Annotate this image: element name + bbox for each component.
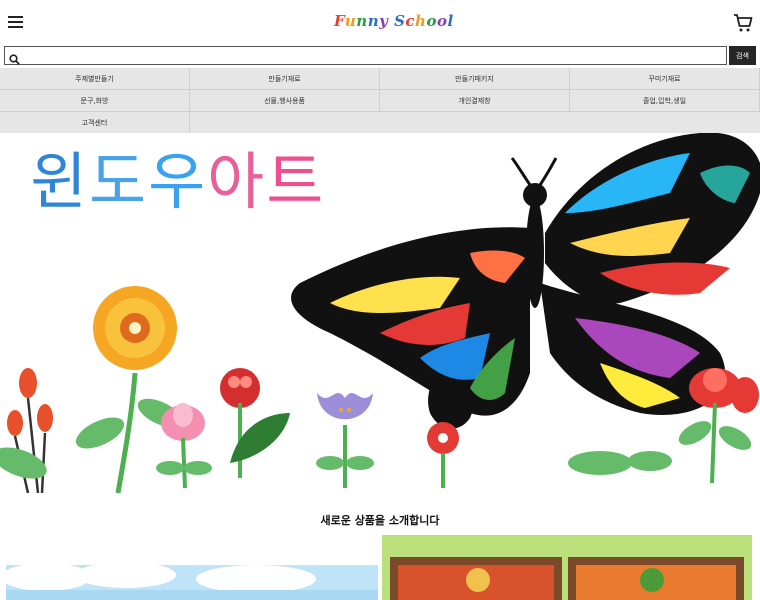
hamburger-icon[interactable]	[8, 16, 23, 30]
product-image	[6, 535, 378, 600]
product-image	[382, 535, 752, 600]
search-button[interactable]: 검색	[729, 46, 756, 65]
logo[interactable]: Funny School	[334, 12, 453, 36]
nav-item-craft-packages[interactable]: 만들기패키지	[380, 68, 570, 90]
hero-banner[interactable]: 윈도우아트	[0, 133, 760, 500]
product-card[interactable]	[6, 535, 378, 600]
search-input[interactable]	[23, 47, 723, 64]
search-icon	[9, 50, 20, 65]
new-products-title: 새로운 상품을 소개합니다	[320, 514, 440, 527]
nav-item-theme-crafts[interactable]: 주제별만들기	[0, 68, 190, 90]
cart-icon[interactable]	[733, 13, 753, 33]
nav-empty-cell	[190, 112, 760, 134]
nav-item-stationery[interactable]: 문구,화방	[0, 90, 190, 112]
banner-title: 윈도우아트	[30, 145, 326, 218]
nav-item-personal-payment[interactable]: 개인결제창	[380, 90, 570, 112]
category-nav: 주제별만들기 만들기재료 만들기패키지 꾸미기재료 문구,화방 선물,행사용품 …	[0, 68, 760, 134]
nav-item-craft-materials[interactable]: 만들기재료	[190, 68, 380, 90]
product-card[interactable]	[382, 535, 752, 600]
nav-item-decoration-materials[interactable]: 꾸미기재료	[570, 68, 760, 90]
search-box	[4, 46, 727, 65]
nav-item-customer-center[interactable]: 고객센터	[0, 112, 190, 134]
nav-item-gifts-events[interactable]: 선물,행사용품	[190, 90, 380, 112]
header: Funny School	[0, 0, 760, 46]
nav-item-graduation-birthday[interactable]: 졸업,입학,생일	[570, 90, 760, 112]
